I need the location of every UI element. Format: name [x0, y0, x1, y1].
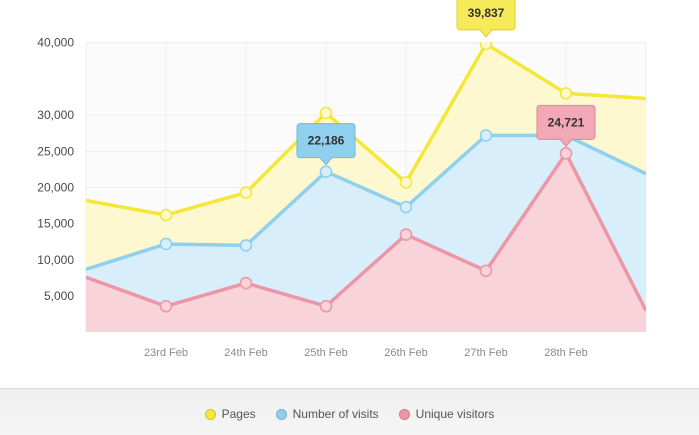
- x-tick-label: 28th Feb: [544, 347, 587, 359]
- point-pages: [159, 208, 173, 222]
- legend-swatch-pages: [204, 408, 216, 420]
- legend-label-unique-visitors: Unique visitors: [415, 407, 495, 421]
- point-pages: [319, 106, 333, 120]
- chart-card: 5,000 10,000 15,000 20,000 25,000 30,000 40,00…: [0, 0, 699, 389]
- legend-item-unique-visitors[interactable]: Unique visitors: [398, 407, 495, 421]
- y-tick-label: 30,000: [37, 108, 74, 122]
- y-tick-label: 10,000: [37, 253, 74, 267]
- tooltip-label: 24,721: [548, 115, 585, 129]
- y-tick-label: 15,000: [37, 217, 74, 231]
- point-unique-visitors: [399, 228, 413, 241]
- legend-swatch-unique-visitors: [398, 408, 410, 420]
- point-number-of-visits: [159, 237, 173, 251]
- point-unique-visitors: [239, 276, 253, 290]
- x-tick-label: 26th Feb: [384, 347, 427, 359]
- y-tick-label: 25,000: [37, 144, 74, 158]
- legend-bar: Pages Number of visits Unique visitors: [0, 389, 699, 435]
- point-unique-visitors: [479, 264, 493, 278]
- point-number-of-visits: [239, 239, 253, 252]
- point-pages: [559, 87, 573, 100]
- y-tick-label: 5,000: [44, 289, 74, 303]
- legend-label-number-of-visits: Number of visits: [292, 407, 379, 421]
- point-unique-visitors: [159, 299, 173, 313]
- tooltip-label: 39,837: [468, 6, 505, 20]
- y-tick-label: 40,000: [37, 36, 74, 50]
- tooltip-label: 22,186: [308, 134, 345, 148]
- x-tick-label: 24th Feb: [224, 347, 267, 359]
- point-number-of-visits: [319, 165, 333, 178]
- legend-label-pages: Pages: [221, 407, 256, 421]
- chart-svg: 5,000 10,000 15,000 20,000 25,000 30,000 40,00…: [37, 0, 647, 359]
- tooltip-pointer-mask: [561, 137, 571, 141]
- tooltip-pointer: [478, 29, 494, 38]
- point-pages: [399, 176, 413, 189]
- point-unique-visitors: [559, 147, 573, 160]
- legend-item-number-of-visits[interactable]: Number of visits: [275, 407, 379, 421]
- point-number-of-visits: [479, 129, 493, 142]
- x-tick-label: 27th Feb: [464, 347, 507, 359]
- point-unique-visitors: [319, 299, 333, 313]
- x-tick-label: 25th Feb: [304, 347, 347, 359]
- x-tick-label: 23rd Feb: [144, 347, 188, 359]
- tooltip-pointer-mask: [321, 156, 331, 159]
- point-pages: [239, 186, 253, 199]
- point-pages: [479, 42, 493, 51]
- point-number-of-visits: [399, 200, 413, 214]
- legend-swatch-number-of-visits: [275, 408, 287, 420]
- legend: Pages Number of visits Unique visitors: [0, 407, 699, 421]
- legend-item-pages[interactable]: Pages: [204, 407, 256, 421]
- tooltip-pointer-mask: [481, 28, 491, 31]
- y-tick-label: 20,000: [37, 181, 74, 195]
